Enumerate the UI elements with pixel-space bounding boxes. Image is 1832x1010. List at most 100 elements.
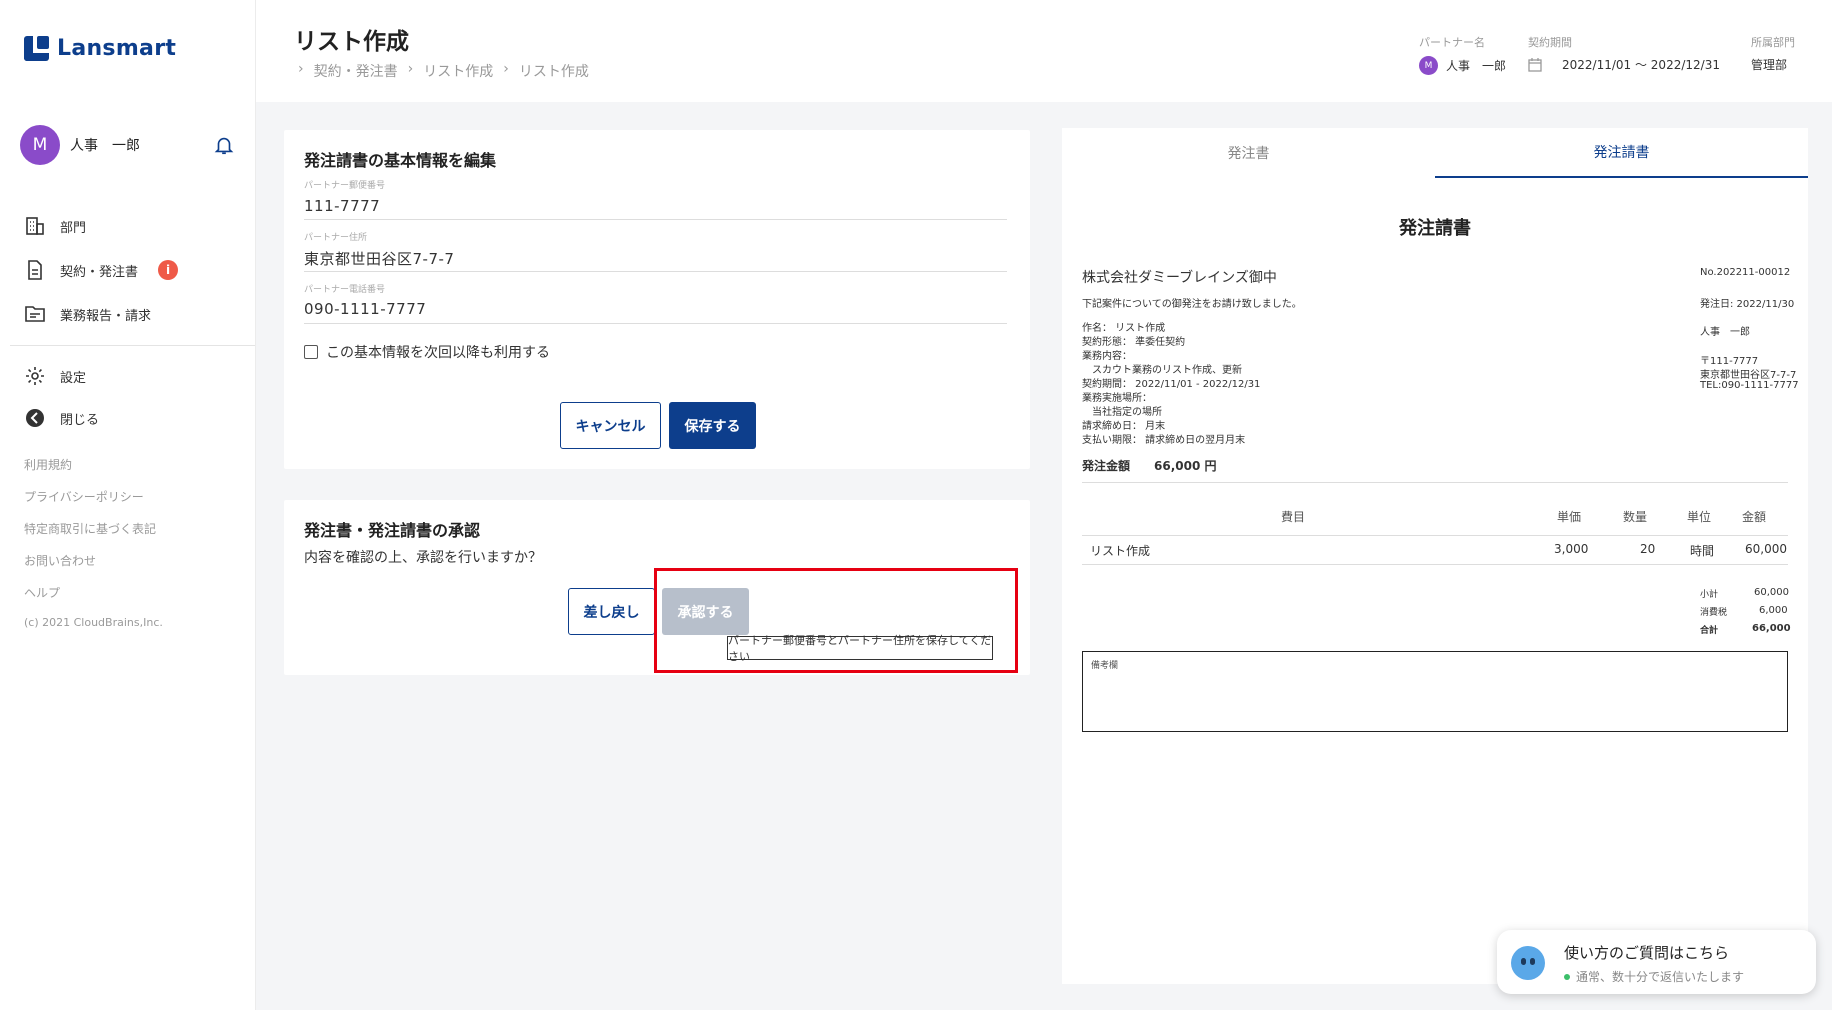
footer-link-terms[interactable]: 利用規約 xyxy=(24,456,72,473)
partner-tel: TEL:090-1111-7777 xyxy=(1700,380,1799,391)
doc-line: 契約形態： 準委任契約 xyxy=(1082,337,1186,348)
breadcrumb: › 契約・発注書 › リスト作成 › リスト作成 xyxy=(298,61,589,81)
sidebar-item-label: 設定 xyxy=(60,370,87,386)
field-label: パートナー電話番号 xyxy=(304,285,386,295)
period-label: 契約期間 xyxy=(1528,36,1572,49)
page-header: リスト作成 › 契約・発注書 › リスト作成 › リスト作成 パートナー名 M … xyxy=(256,0,1832,102)
partner-zip: 〒111-7777 xyxy=(1700,356,1759,367)
row-qty: 20 xyxy=(1640,542,1656,556)
sidebar-item-label: 閉じる xyxy=(60,412,100,428)
cancel-button[interactable]: キャンセル xyxy=(560,402,661,449)
gear-icon xyxy=(24,365,46,387)
doc-line: 当社指定の場所 xyxy=(1082,407,1162,418)
reject-button[interactable]: 差し戻し xyxy=(568,588,655,635)
avatar: M xyxy=(20,125,60,165)
sidebar-item-settings[interactable]: 設定 xyxy=(24,365,244,387)
page-title: リスト作成 xyxy=(294,29,409,55)
partner-address: 東京都世田谷区7-7-7 xyxy=(1700,370,1797,381)
field-label: パートナー住所 xyxy=(304,233,368,243)
dept-label: 所属部門 xyxy=(1751,36,1795,49)
client-name: 株式会社ダミーブレインズ御中 xyxy=(1082,270,1277,286)
tax-label: 消費税 xyxy=(1700,608,1728,618)
amount-label: 発注金額 xyxy=(1082,459,1131,473)
intro-text: 下記案件についての御発注をお請け致しました。 xyxy=(1082,299,1302,310)
card-title: 発注書・発注請書の承認 xyxy=(304,521,481,540)
breadcrumb-item[interactable]: リスト作成 xyxy=(423,61,493,81)
document-icon xyxy=(24,259,46,281)
address-input[interactable]: 東京都世田谷区7-7-7 xyxy=(304,248,454,269)
partner-info: M 人事 一郎 xyxy=(1419,56,1506,75)
col-header-qty: 数量 xyxy=(1623,510,1648,524)
arrow-left-circle-icon xyxy=(24,407,46,429)
sidebar-item-close[interactable]: 閉じる xyxy=(24,407,244,429)
col-header-item: 費目 xyxy=(1281,510,1306,524)
footer-link-contact[interactable]: お問い合わせ xyxy=(24,552,96,569)
footer-link-privacy[interactable]: プライバシーポリシー xyxy=(24,488,144,505)
tab-purchase-order[interactable]: 発注書 xyxy=(1062,128,1435,178)
sidebar-divider xyxy=(10,345,255,346)
doc-line: 業務実施場所： xyxy=(1082,393,1152,404)
checkbox-label: この基本情報を次回以降も利用する xyxy=(326,345,550,361)
doc-line: 業務内容： xyxy=(1082,351,1132,362)
sidebar-item-reports[interactable]: 業務報告・請求 xyxy=(24,303,244,325)
chevron-right-icon: › xyxy=(503,61,509,77)
save-button[interactable]: 保存する xyxy=(669,402,756,449)
sidebar-item-label: 部門 xyxy=(60,220,87,236)
bell-icon[interactable] xyxy=(213,133,235,157)
highlight-box xyxy=(654,568,1018,673)
user-profile[interactable]: M 人事 一郎 xyxy=(20,125,140,165)
logo-icon xyxy=(24,36,49,61)
doc-line: 支払い期限： 請求締め日の翌月月末 xyxy=(1082,435,1246,446)
chat-title: 使い方のご質問はこちら xyxy=(1564,944,1730,962)
card-title: 発注請書の基本情報を編集 xyxy=(304,151,497,170)
sidebar-item-contracts[interactable]: 契約・発注書 i xyxy=(24,259,244,281)
period-value: 2022/11/01 ～ 2022/12/31 xyxy=(1562,58,1720,72)
approval-question: 内容を確認の上、承認を行いますか？ xyxy=(304,550,542,566)
chat-bot-icon xyxy=(1511,946,1545,980)
document-preview: 発注書 発注請書 発注請書 株式会社ダミーブレインズ御中 下記案件についての御発… xyxy=(1062,128,1808,984)
col-header-price: 単価 xyxy=(1557,510,1582,524)
field-underline xyxy=(304,219,1007,220)
dept-value: 管理部 xyxy=(1751,58,1788,72)
user-name: 人事 一郎 xyxy=(70,138,140,154)
tax-value: 6,000 xyxy=(1759,605,1788,616)
sidebar-item-label: 業務報告・請求 xyxy=(60,308,152,324)
help-chat-widget[interactable]: 使い方のご質問はこちら 通常、数十分で返信いたします xyxy=(1497,930,1816,994)
sidebar: Lansmart M 人事 一郎 部門 契約・発注書 i 業務報告・請求 設定 xyxy=(0,0,256,1010)
building-icon xyxy=(24,215,46,237)
total-label: 合計 xyxy=(1700,626,1719,636)
document-title: 発注請書 xyxy=(1399,218,1471,239)
edit-basic-info-card: 発注請書の基本情報を編集 パートナー郵便番号 111-7777 パートナー住所 … xyxy=(284,130,1030,469)
partner-label: パートナー名 xyxy=(1419,36,1485,49)
divider xyxy=(1082,482,1788,483)
row-item: リスト作成 xyxy=(1090,544,1151,558)
footer-link-commercial-law[interactable]: 特定商取引に基づく表記 xyxy=(24,520,156,537)
copyright: (c) 2021 CloudBrains,Inc. xyxy=(24,616,163,629)
avatar: M xyxy=(1419,56,1438,75)
doc-line: 請求締め日： 月末 xyxy=(1082,421,1166,432)
footer-link-help[interactable]: ヘルプ xyxy=(24,584,60,601)
postal-code-input[interactable]: 111-7777 xyxy=(304,197,380,215)
partner-name: 人事 一郎 xyxy=(1446,59,1507,73)
subtotal-label: 小計 xyxy=(1700,590,1719,600)
chevron-right-icon: › xyxy=(298,61,304,77)
reuse-info-checkbox[interactable]: この基本情報を次回以降も利用する xyxy=(304,342,550,362)
logo-text: Lansmart xyxy=(57,36,177,61)
period-info: 2022/11/01 ～ 2022/12/31 xyxy=(1528,56,1720,73)
divider xyxy=(1082,535,1788,536)
doc-line: スカウト業務のリスト作成、更新 xyxy=(1082,365,1242,376)
total-value: 66,000 xyxy=(1752,623,1791,634)
partner-name: 人事 一郎 xyxy=(1700,327,1750,338)
field-underline xyxy=(304,323,1007,324)
logo[interactable]: Lansmart xyxy=(24,36,176,61)
doc-line: 契約期間： 2022/11/01 - 2022/12/31 xyxy=(1082,379,1261,390)
phone-input[interactable]: 090-1111-7777 xyxy=(304,300,426,318)
sidebar-item-department[interactable]: 部門 xyxy=(24,215,244,237)
checkbox-icon xyxy=(304,345,318,359)
chevron-right-icon: › xyxy=(407,61,414,77)
tab-order-acceptance[interactable]: 発注請書 xyxy=(1435,128,1808,178)
breadcrumb-item[interactable]: 契約・発注書 xyxy=(314,61,398,81)
remarks-label: 備考欄 xyxy=(1091,661,1119,671)
divider xyxy=(1082,564,1788,565)
row-unit: 時間 xyxy=(1690,544,1715,558)
